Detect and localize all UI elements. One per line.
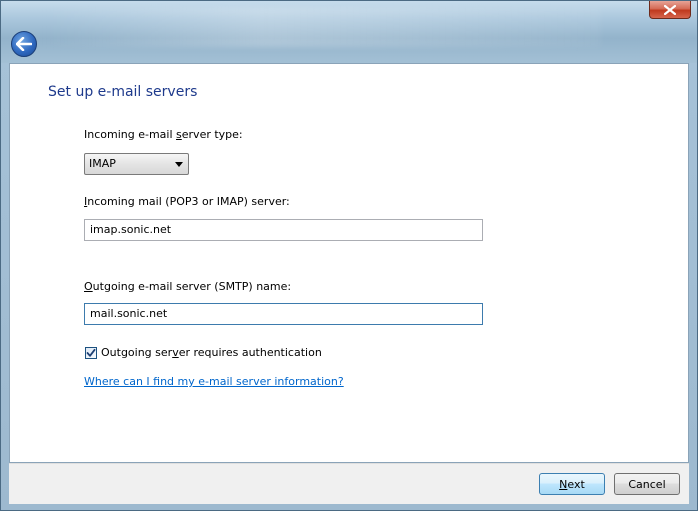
incoming-server-input[interactable]: imap.sonic.net [84,219,483,241]
content-panel: Set up e-mail servers Incoming e-mail se… [9,63,689,463]
auth-checkbox[interactable] [85,347,97,359]
incoming-server-label-part: ncoming mail (POP3 or IMAP) server: [87,195,290,208]
dialog-window: Set up e-mail servers Incoming e-mail se… [0,0,698,511]
incoming-type-label-part: Incoming e-mail [84,128,177,141]
outgoing-server-label-part: utgoing e-mail server (SMTP) name: [92,280,292,293]
incoming-type-label: Incoming e-mail server type: [84,128,243,141]
back-button[interactable] [11,31,37,57]
chevron-down-icon [175,162,183,167]
outgoing-server-label-accel: O [84,280,93,293]
footer-bar: Next Cancel [9,463,689,504]
close-button[interactable] [649,1,691,19]
close-icon [664,4,676,15]
incoming-type-select[interactable]: IMAP [84,153,189,175]
next-button-accel: N [559,477,568,491]
checkmark-icon [86,348,96,357]
next-button[interactable]: Next [539,473,605,495]
incoming-server-label: Incoming mail (POP3 or IMAP) server: [84,195,290,208]
auth-label-part2: er requires authentication [178,346,322,359]
back-arrow-icon [16,37,32,51]
cancel-button[interactable]: Cancel [614,473,680,495]
help-link[interactable]: Where can I find my e-mail server inform… [84,375,344,388]
next-button-label: ext [567,477,585,491]
title-bar [1,1,697,63]
title-bar-glass [41,7,601,47]
auth-label[interactable]: Outgoing server requires authentication [101,346,322,359]
incoming-type-selected: IMAP [89,157,116,170]
auth-label-part: Outgoing ser [101,346,173,359]
page-title: Set up e-mail servers [48,84,198,100]
outgoing-server-label: Outgoing e-mail server (SMTP) name: [84,280,291,293]
incoming-type-label-part2: erver type: [181,128,243,141]
outgoing-server-input[interactable]: mail.sonic.net [84,303,483,325]
